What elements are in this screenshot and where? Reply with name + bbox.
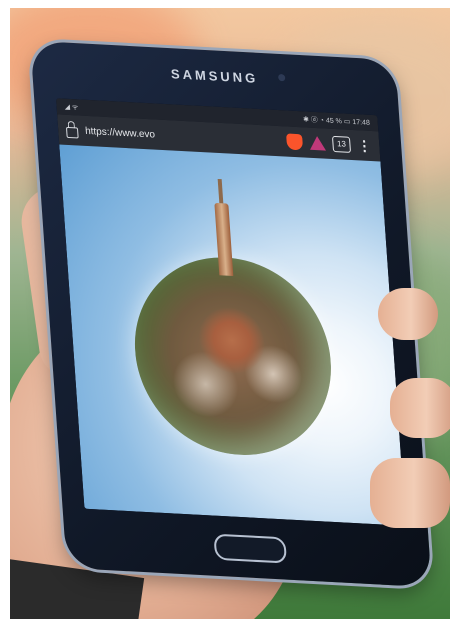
tiny-planet-town-image [128, 252, 338, 460]
status-right: ✱ ⓓ ◔ 45 % ▭ 17:48 [302, 116, 371, 127]
brave-shield-icon[interactable] [286, 133, 304, 151]
overflow-menu-icon[interactable]: ⋮ [357, 137, 372, 154]
tab-switcher-icon[interactable]: 13 [331, 135, 352, 153]
phone-brand: SAMSUNG [170, 66, 259, 86]
home-button[interactable] [213, 533, 288, 564]
photo: SAMSUNG ◢ ᯤ ✱ ⓓ ◔ 45 % ▭ 17:48 https://w… [10, 8, 450, 619]
finger [378, 288, 438, 340]
phone-screen: ◢ ᯤ ✱ ⓓ ◔ 45 % ▭ 17:48 https://www.evo 1… [56, 98, 406, 526]
url-text[interactable]: https://www.evo [85, 125, 280, 146]
front-camera [277, 73, 286, 82]
finger [390, 378, 450, 438]
status-left: ◢ ᯤ [64, 103, 79, 111]
web-content-panorama[interactable] [59, 144, 406, 526]
lock-icon [65, 126, 79, 139]
brave-rewards-icon[interactable] [309, 135, 327, 151]
finger [370, 458, 450, 528]
